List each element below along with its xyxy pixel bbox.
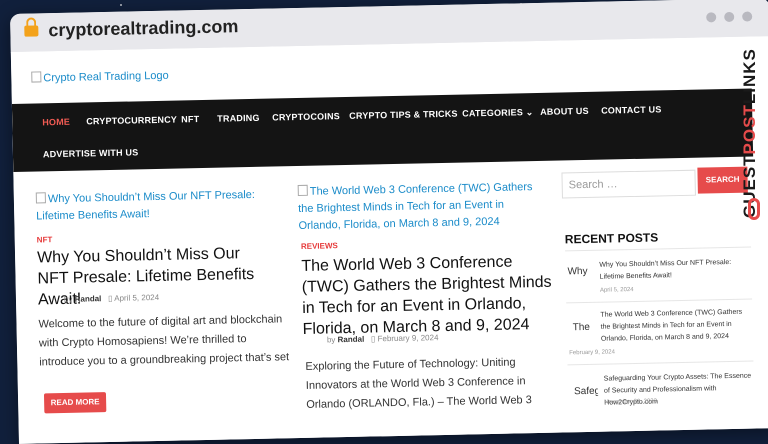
broken-image-icon bbox=[35, 192, 46, 204]
widget-divider bbox=[567, 360, 754, 366]
post-author-prefix: by bbox=[63, 294, 73, 304]
chevron-down-icon: ⌄ bbox=[525, 107, 534, 118]
nav-about-us[interactable]: ABOUT US bbox=[540, 106, 589, 117]
widget-divider bbox=[566, 298, 753, 304]
recent-post-date: April 5, 2024 bbox=[599, 287, 634, 294]
nav-categories[interactable]: CATEGORIES ⌄ bbox=[462, 107, 534, 119]
window-dot-icon bbox=[706, 12, 717, 23]
site-logo[interactable]: Crypto Real Trading Logo bbox=[31, 69, 169, 85]
post-excerpt: Exploring the Future of Technology: Unit… bbox=[305, 356, 532, 417]
broken-image-icon bbox=[31, 71, 42, 83]
search-input[interactable]: Search … bbox=[561, 169, 696, 199]
calendar-icon: ▯ bbox=[370, 334, 376, 344]
nav-nft[interactable]: NFT bbox=[181, 114, 199, 124]
widget-title: RECENT POSTS bbox=[564, 230, 659, 247]
recent-post-thumbnail[interactable]: Safeg bbox=[574, 386, 598, 398]
badge-part-links: LINKS bbox=[740, 48, 759, 105]
nav-advertise[interactable]: ADVERTISE WITH US bbox=[43, 147, 139, 159]
recent-post-thumbnail[interactable]: Why bbox=[567, 266, 591, 277]
broken-image-icon bbox=[297, 184, 308, 197]
web-page: Crypto Real Trading Logo HOME CRYPTOCURR… bbox=[10, 36, 768, 444]
nav-categories-label: CATEGORIES bbox=[462, 107, 524, 119]
recent-post-title[interactable]: Why You Shouldn’t Miss Our NFT Presale: … bbox=[599, 257, 749, 284]
nav-trading[interactable]: TRADING bbox=[217, 113, 260, 124]
read-more-button[interactable]: READ MORE bbox=[43, 392, 107, 414]
post-author[interactable]: Randal bbox=[337, 335, 364, 345]
nav-cryptocurrency[interactable]: CRYPTOCURRENCY bbox=[86, 115, 177, 127]
logo-alt-text: Crypto Real Trading Logo bbox=[43, 69, 169, 85]
widget-divider bbox=[565, 246, 752, 252]
post-image-link[interactable]: The World Web 3 Conference (TWC) Gathers… bbox=[297, 179, 539, 235]
recent-post-date: November 22, 2023 bbox=[604, 398, 658, 406]
recent-post-thumbnail[interactable]: The bbox=[573, 322, 597, 333]
window-dot-icon bbox=[724, 11, 735, 23]
post-author[interactable]: Randal bbox=[75, 294, 102, 304]
recent-post-title[interactable]: The World Web 3 Conference (TWC) Gathers… bbox=[600, 307, 751, 346]
post-title[interactable]: The World Web 3 Conference (TWC) Gathers… bbox=[301, 251, 553, 340]
nav-crypto-tips[interactable]: CRYPTO TIPS & TRICKS bbox=[349, 109, 458, 121]
backdrop-star bbox=[120, 4, 122, 6]
post-date: February 9, 2024 bbox=[377, 333, 439, 344]
post-category-tag[interactable]: NFT bbox=[37, 235, 53, 244]
post-image-alt: The World Web 3 Conference (TWC) Gathers… bbox=[298, 181, 533, 233]
recent-post-date: February 9, 2024 bbox=[569, 349, 615, 357]
post-image-link[interactable]: Why You Shouldn’t Miss Our NFT Presale: … bbox=[35, 186, 277, 225]
post-excerpt: Welcome to the future of digital art and… bbox=[38, 313, 290, 375]
main-nav: HOME CRYPTOCURRENCY NFT TRADING CRYPTOCO… bbox=[11, 88, 754, 172]
badge-text: GUESTPOSTLINKS bbox=[740, 18, 768, 218]
url-text[interactable]: cryptorealtrading.com bbox=[48, 16, 238, 41]
nav-cryptocoins[interactable]: CRYPTOCOINS bbox=[272, 111, 340, 122]
calendar-icon: ▯ bbox=[107, 293, 113, 304]
post-image-alt: Why You Shouldn’t Miss Our NFT Presale: … bbox=[36, 188, 256, 223]
link-icon bbox=[748, 198, 760, 220]
nav-home[interactable]: HOME bbox=[42, 117, 70, 128]
post-category-tag[interactable]: REVIEWS bbox=[301, 241, 338, 251]
post-author-prefix: by bbox=[326, 335, 336, 345]
post-date: April 5, 2024 bbox=[114, 292, 160, 303]
badge-part-post: POST bbox=[740, 104, 759, 155]
browser-window: cryptorealtrading.com Crypto Real Tradin… bbox=[10, 0, 768, 444]
post-meta: by Randal ▯ February 9, 2024 bbox=[327, 333, 439, 344]
lock-icon bbox=[24, 25, 39, 37]
nav-contact-us[interactable]: CONTACT US bbox=[601, 104, 662, 115]
